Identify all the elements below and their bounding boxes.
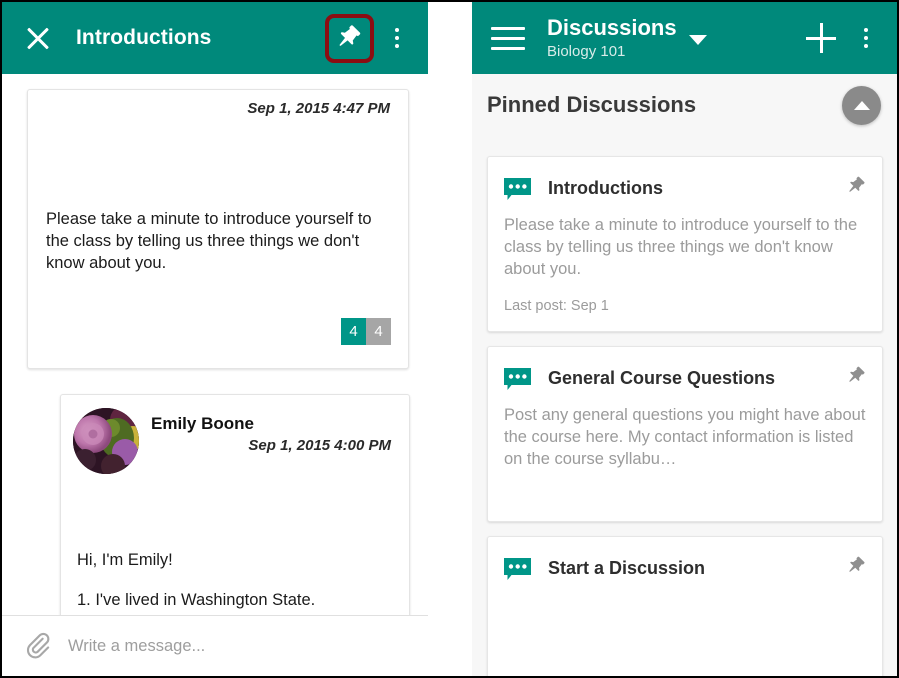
discussion-last-post: Last post: Sep 1 — [504, 298, 609, 314]
pin-icon[interactable] — [846, 555, 868, 577]
close-icon[interactable] — [17, 17, 59, 59]
more-vertical-icon[interactable] — [382, 16, 412, 60]
chevron-down-icon[interactable] — [688, 35, 707, 45]
discussion-bubble-icon — [504, 558, 531, 580]
discussions-list-panel: Discussions Biology 101 Pinned Discussio… — [472, 2, 897, 676]
reply-timestamp: Sep 1, 2015 4:00 PM — [248, 437, 391, 454]
discussions-scroll-area: Pinned Discussions Introductions Please … — [472, 74, 897, 676]
reply-body-line-1: Hi, I'm Emily! — [77, 551, 173, 569]
course-name: Biology 101 — [547, 42, 626, 60]
right-app-bar: Discussions Biology 101 — [472, 2, 897, 74]
discussion-title: Start a Discussion — [548, 558, 706, 578]
chevron-up-icon — [853, 101, 870, 110]
status-badge-total: 4 — [366, 318, 391, 345]
discussion-title: Introductions — [548, 178, 663, 198]
pin-icon[interactable] — [846, 175, 868, 197]
left-app-bar: Introductions — [2, 2, 428, 74]
discussion-bubble-icon — [504, 368, 531, 390]
discussion-description: Please take a minute to introduce yourse… — [504, 216, 858, 278]
discussion-title: General Course Questions — [548, 368, 776, 388]
message-compose-bar: Write a message... — [2, 615, 428, 676]
plus-icon[interactable] — [801, 18, 841, 58]
more-vertical-icon[interactable] — [851, 16, 881, 60]
reply-body-line-2: 1. I've lived in Washington State. — [77, 591, 316, 609]
pin-discussion-button[interactable] — [325, 13, 374, 63]
reply-count-badges: 4 4 — [341, 318, 391, 345]
pin-icon — [339, 25, 360, 46]
discussions-title: Discussions — [547, 14, 677, 40]
discussion-description: Post any general questions you might hav… — [504, 406, 866, 468]
avatar-flower-photo — [73, 408, 139, 474]
paperclip-icon[interactable] — [22, 631, 52, 661]
screenshot-root: Introductions Sep 1, 2015 4:47 PM Please… — [0, 0, 899, 678]
pin-icon[interactable] — [846, 365, 868, 387]
section-heading-pinned: Pinned Discussions — [487, 92, 697, 117]
course-title-block[interactable]: Discussions Biology 101 — [547, 15, 801, 62]
topic-message-card[interactable]: Sep 1, 2015 4:47 PM Please take a minute… — [27, 89, 409, 369]
topic-body-text: Please take a minute to introduce yourse… — [46, 210, 372, 272]
collapse-section-button[interactable] — [842, 86, 881, 125]
avatar — [73, 408, 139, 474]
reply-author-name: Emily Boone — [151, 414, 254, 433]
status-badge-unread: 4 — [341, 318, 366, 345]
discussion-list-item[interactable]: General Course Questions Post any genera… — [487, 346, 883, 522]
discussion-list-item[interactable]: Start a Discussion — [487, 536, 883, 676]
topic-timestamp: Sep 1, 2015 4:47 PM — [247, 100, 390, 117]
reply-message-card[interactable]: Emily Boone Sep 1, 2015 4:00 PM Hi, I'm … — [60, 394, 410, 615]
message-thread: Sep 1, 2015 4:47 PM Please take a minute… — [2, 74, 428, 615]
hamburger-menu-icon[interactable] — [491, 20, 527, 56]
discussion-bubble-icon — [504, 178, 531, 200]
discussion-detail-panel: Introductions Sep 1, 2015 4:47 PM Please… — [2, 2, 428, 676]
discussion-list-item[interactable]: Introductions Please take a minute to in… — [487, 156, 883, 332]
page-title: Introductions — [76, 26, 212, 49]
message-input[interactable]: Write a message... — [68, 637, 428, 656]
